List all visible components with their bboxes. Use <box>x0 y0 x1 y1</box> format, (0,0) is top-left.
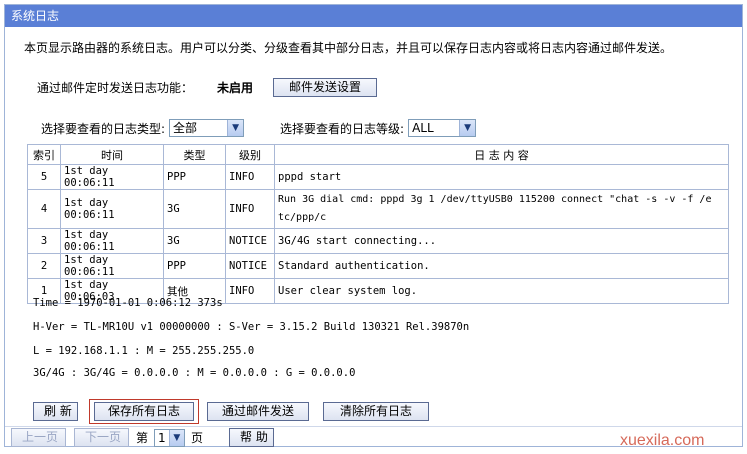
cell-content: Run 3G dial cmd: pppd 3g 1 /dev/ttyUSB0 … <box>274 189 729 229</box>
refresh-button[interactable]: 刷 新 <box>33 402 78 421</box>
cell-time: 1st day 00:06:11 <box>60 164 164 190</box>
log-type-value: 全部 <box>173 121 198 135</box>
col-type: 类型 <box>163 144 226 165</box>
page-value: 1 <box>158 430 166 445</box>
action-bar: 刷 新 保存所有日志 通过邮件发送 清除所有日志 <box>33 399 429 424</box>
col-content: 日 志 内 容 <box>274 144 729 165</box>
cell-level: NOTICE <box>225 228 275 254</box>
filter-row: 选择要查看的日志类型: 全部 ▼ 选择要查看的日志等级: ALL ▼ <box>41 118 477 138</box>
cell-time: 1st day 00:06:11 <box>60 189 164 229</box>
cell-index: 3 <box>27 228 61 254</box>
cell-level: INFO <box>225 189 275 229</box>
log-table: 索引 时间 类型 级别 日 志 内 容 5 1st day 00:06:11 P… <box>27 144 729 304</box>
col-index: 索引 <box>27 144 61 165</box>
system-time: Time = 1970-01-01 0:06:12 373s <box>33 297 223 309</box>
page-select[interactable]: 1 ▼ <box>154 428 186 447</box>
cell-type: 3G <box>163 189 226 229</box>
cell-content-line: tc/ppp/c <box>278 212 327 223</box>
log-level-value: ALL <box>412 121 434 135</box>
watermark-text: xuexila.com <box>620 432 705 449</box>
table-header-row: 索引 时间 类型 级别 日 志 内 容 <box>27 144 729 165</box>
next-page-button[interactable]: 下一页 <box>74 428 129 447</box>
cell-content: Standard authentication. <box>274 253 729 279</box>
cell-type: PPP <box>163 164 226 190</box>
cell-index: 5 <box>27 164 61 190</box>
chevron-down-icon[interactable]: ▼ <box>168 429 185 446</box>
system-version: H-Ver = TL-MR10U v1 00000000 : S-Ver = 3… <box>33 321 470 333</box>
table-row: 3 1st day 00:06:11 3G NOTICE 3G/4G start… <box>27 228 729 254</box>
cell-content: User clear system log. <box>274 278 729 304</box>
cell-type: 3G <box>163 228 226 254</box>
col-time: 时间 <box>60 144 164 165</box>
log-level-select[interactable]: ALL ▼ <box>408 119 477 137</box>
mail-settings-button[interactable]: 邮件发送设置 <box>273 77 378 97</box>
log-type-label: 选择要查看的日志类型: <box>41 121 166 136</box>
mail-status: 未启用 <box>217 80 254 95</box>
cell-level: INFO <box>225 164 275 190</box>
page-title: 系统日志 <box>5 5 742 27</box>
mail-row: 通过邮件定时发送日志功能： 未启用 邮件发送设置 <box>37 75 378 99</box>
chevron-down-icon[interactable]: ▼ <box>459 120 476 136</box>
mail-label: 通过邮件定时发送日志功能： <box>37 80 194 95</box>
cell-level: INFO <box>225 278 275 304</box>
cell-time: 1st day 00:06:11 <box>60 228 164 254</box>
system-log-panel: 系统日志 本页显示路由器的系统日志。用户可以分类、分级查看其中部分日志，并且可以… <box>4 4 743 447</box>
table-row: 2 1st day 00:06:11 PPP NOTICE Standard a… <box>27 253 729 279</box>
save-all-logs-button[interactable]: 保存所有日志 <box>94 402 194 421</box>
log-type-select[interactable]: 全部 ▼ <box>169 119 245 137</box>
cell-type: PPP <box>163 253 226 279</box>
page-suffix: 页 <box>191 431 204 445</box>
help-button[interactable]: 帮 助 <box>229 428 275 447</box>
cell-content-line: Run 3G dial cmd: pppd 3g 1 /dev/ttyUSB0 … <box>278 194 712 205</box>
prev-page-button[interactable]: 上一页 <box>11 428 66 447</box>
cell-content: pppd start <box>274 164 729 190</box>
cell-index: 2 <box>27 253 61 279</box>
chevron-down-icon[interactable]: ▼ <box>227 120 244 136</box>
log-level-label: 选择要查看的日志等级: <box>280 121 405 136</box>
cell-index: 4 <box>27 189 61 229</box>
intro-text: 本页显示路由器的系统日志。用户可以分类、分级查看其中部分日志，并且可以保存日志内… <box>24 41 673 55</box>
system-lan: L = 192.168.1.1 : M = 255.255.255.0 <box>33 345 255 357</box>
cell-content: 3G/4G start connecting... <box>274 228 729 254</box>
page-prefix: 第 <box>136 431 149 445</box>
table-row: 4 1st day 00:06:11 3G INFO Run 3G dial c… <box>27 189 729 229</box>
clear-all-logs-button[interactable]: 清除所有日志 <box>323 402 429 421</box>
cell-level: NOTICE <box>225 253 275 279</box>
table-row: 5 1st day 00:06:11 PPP INFO pppd start <box>27 164 729 190</box>
system-wan: 3G/4G : 3G/4G = 0.0.0.0 : M = 0.0.0.0 : … <box>33 367 356 379</box>
send-by-mail-button[interactable]: 通过邮件发送 <box>207 402 309 421</box>
col-level: 级别 <box>225 144 275 165</box>
cell-time: 1st day 00:06:11 <box>60 253 164 279</box>
save-button-highlight: 保存所有日志 <box>89 399 199 424</box>
